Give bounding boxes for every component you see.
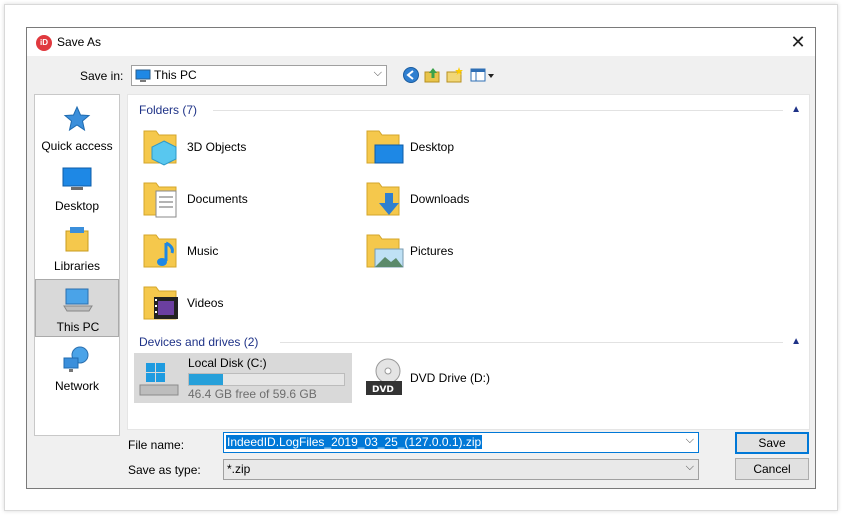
svg-text:DVD: DVD [372, 385, 394, 395]
folder-videos[interactable]: Videos [142, 283, 362, 331]
place-quick-access[interactable]: Quick access [35, 99, 119, 157]
this-pc-icon [135, 69, 151, 82]
folder-label: Documents [187, 192, 248, 206]
folder-label: Music [187, 244, 219, 258]
save-button[interactable]: Save [735, 432, 809, 454]
folder-downloads[interactable]: Downloads [365, 179, 585, 227]
close-button[interactable]: ✕ [781, 28, 815, 56]
folder-pictures[interactable]: Pictures [365, 231, 585, 279]
new-folder-icon[interactable] [446, 66, 464, 84]
drive-label: DVD Drive (D:) [410, 371, 490, 385]
save-as-type-dropdown[interactable]: *.zip ⌵ [223, 459, 699, 480]
folder-label: Pictures [410, 244, 454, 258]
folder-documents[interactable]: Documents [142, 179, 362, 227]
group-divider [213, 110, 783, 111]
folder-label: 3D Objects [187, 140, 247, 154]
computer-icon [63, 288, 93, 312]
place-label: Libraries [53, 259, 101, 273]
save-as-dialog: iD Save As ✕ Save in: This PC ⌵ Quick ac… [26, 27, 816, 489]
drive-dvd-d[interactable]: DVD DVD Drive (D:) [360, 353, 560, 403]
place-network[interactable]: Network [35, 339, 119, 397]
dvd-drive-icon: DVD [366, 358, 402, 395]
place-label: Desktop [54, 199, 100, 213]
save-in-label: Save in: [80, 69, 124, 83]
folder-3d-objects[interactable]: 3D Objects [142, 127, 362, 175]
drive-free-space: 46.4 GB free of 59.6 GB [188, 387, 317, 401]
folder-label: Videos [187, 296, 224, 310]
folder-documents-icon [143, 182, 177, 218]
hard-drive-icon [139, 363, 179, 396]
save-in-value: This PC [154, 68, 197, 82]
drive-label: Local Disk (C:) [188, 356, 267, 370]
save-as-type-value: *.zip [227, 462, 251, 476]
place-label: This PC [56, 320, 100, 334]
chevron-down-icon: ⌵ [373, 67, 382, 79]
folder-desktop-icon [366, 130, 404, 164]
folder-pictures-icon [366, 234, 404, 268]
file-name-input[interactable]: IndeedID.LogFiles_2019_03_25_(127.0.0.1)… [223, 432, 699, 453]
star-icon [63, 105, 91, 132]
drive-local-disk-c[interactable]: Local Disk (C:) 46.4 GB free of 59.6 GB [134, 353, 352, 403]
folder-desktop[interactable]: Desktop [365, 127, 585, 175]
save-as-type-label: Save as type: [128, 463, 201, 477]
drive-usage-fill [189, 374, 224, 385]
desktop-icon [62, 167, 92, 190]
file-name-value: IndeedID.LogFiles_2019_03_25_(127.0.0.1)… [226, 435, 483, 449]
folder-label: Downloads [410, 192, 470, 206]
folder-downloads-icon [366, 182, 400, 216]
dialog-title: Save As [57, 35, 102, 49]
devices-group-header[interactable]: Devices and drives (2) [139, 335, 258, 349]
place-libraries[interactable]: Libraries [35, 219, 119, 277]
place-label: Quick access [41, 139, 113, 153]
folder-3d-objects-icon [143, 130, 177, 166]
collapse-folders-icon[interactable]: ▲ [791, 104, 801, 115]
title-bar: iD Save As ✕ [27, 28, 815, 56]
group-divider [280, 342, 783, 343]
collapse-devices-icon[interactable]: ▲ [791, 336, 801, 347]
network-icon [63, 346, 89, 372]
chevron-down-icon[interactable]: ⌵ [686, 434, 694, 447]
place-this-pc[interactable]: This PC [35, 279, 119, 337]
drive-usage-bar [188, 373, 345, 386]
libraries-icon [65, 227, 89, 252]
file-view: Folders (7) ▲ 3D Objects Desktop Documen… [127, 94, 810, 430]
file-name-label: File name: [128, 438, 185, 452]
view-menu-icon[interactable] [470, 66, 496, 84]
place-label: Network [54, 379, 99, 393]
app-logo-icon: iD [36, 35, 52, 51]
chevron-down-icon: ⌵ [685, 461, 694, 473]
folders-group-header[interactable]: Folders (7) [139, 103, 197, 117]
cancel-button[interactable]: Cancel [735, 458, 809, 480]
places-bar: Quick access Desktop Libraries This PC N… [34, 94, 120, 436]
folder-videos-icon [143, 286, 178, 320]
folder-music-icon [143, 234, 177, 268]
folder-label: Desktop [410, 140, 455, 154]
place-desktop[interactable]: Desktop [35, 159, 119, 217]
up-folder-icon[interactable] [424, 66, 442, 84]
save-in-dropdown[interactable]: This PC ⌵ [131, 65, 387, 86]
back-icon[interactable] [402, 66, 420, 84]
folder-music[interactable]: Music [142, 231, 362, 279]
